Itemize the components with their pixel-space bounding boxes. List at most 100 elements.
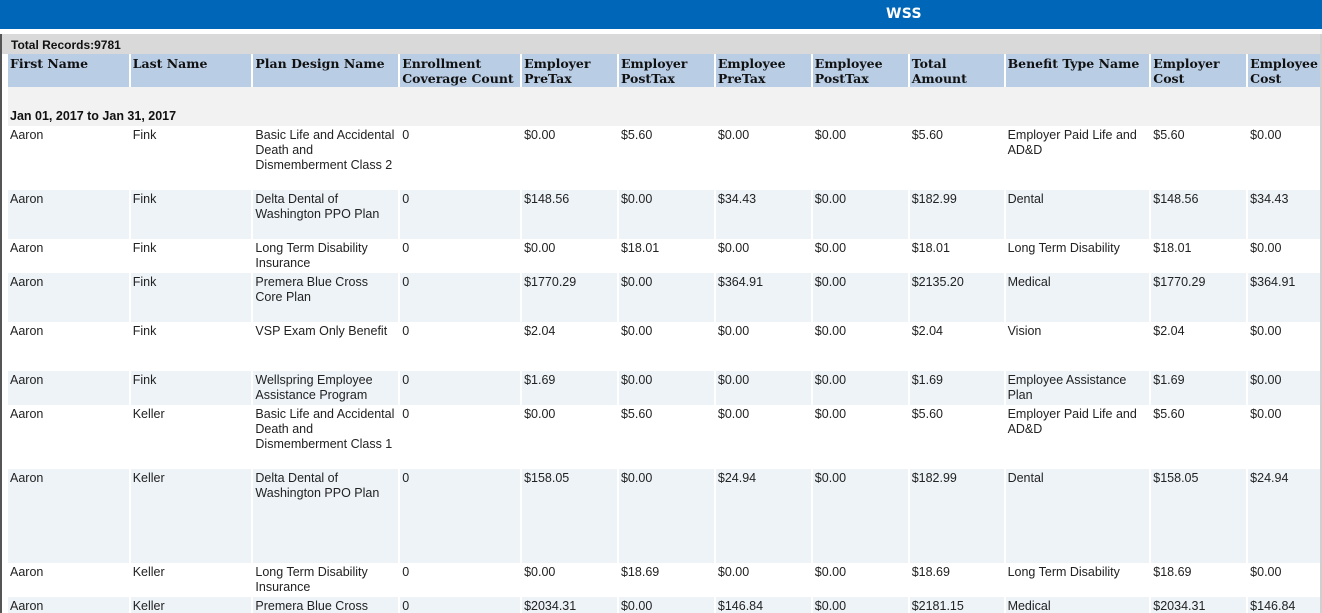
col-enrollment-coverage-count[interactable]: Enrollment Coverage Count	[400, 54, 521, 87]
first-name-cell: Aaron	[8, 273, 129, 322]
enrollment-coverage-count-cell: 0	[400, 563, 521, 597]
employer-pretax-cell: $148.56	[522, 190, 617, 239]
benefit-type-name-cell: Long Term Disability	[1005, 239, 1150, 273]
employee-pretax-cell: $24.94	[715, 469, 811, 563]
employee-pretax-cell: $0.00	[715, 371, 811, 405]
employer-posttax-cell: $0.00	[618, 469, 714, 563]
table-row[interactable]: Aaron Keller Long Term Disability Insuranc…	[8, 563, 1320, 597]
benefit-type-name-cell: Dental	[1005, 469, 1150, 563]
first-name-cell: Aaron	[8, 239, 129, 273]
col-last-name[interactable]: Last Name	[130, 54, 252, 87]
table-row[interactable]: Aaron Fink VSP Exam Only Benefit 0 $2.04 $0.0…	[8, 322, 1320, 371]
table-row[interactable]: Aaron Fink Premera Blue Cross Core Plan 0 $1…	[8, 273, 1320, 322]
employer-pretax-cell: $0.00	[522, 239, 617, 273]
employer-pretax-cell: $1.69	[522, 371, 617, 405]
employer-pretax-cell: $0.00	[522, 563, 617, 597]
enrollment-coverage-count-cell: 0	[400, 273, 521, 322]
enrollment-coverage-count-cell: 0	[400, 322, 521, 371]
plan-design-name-cell: Delta Dental of Washington PPO Plan	[253, 469, 399, 563]
report-viewport[interactable]: Total Records:9781 First Name Last Name …	[0, 34, 1322, 613]
employer-posttax-cell: $0.00	[618, 371, 714, 405]
employee-cost-cell: $24.94	[1248, 469, 1320, 563]
last-name-cell: Fink	[130, 126, 252, 190]
col-employer-posttax[interactable]: Employer PostTax	[618, 54, 714, 87]
employee-posttax-cell: $0.00	[812, 371, 908, 405]
total-amount-cell: $18.01	[909, 239, 1004, 273]
employer-pretax-cell: $2034.31	[522, 597, 617, 613]
employer-posttax-cell: $0.00	[618, 273, 714, 322]
employer-posttax-cell: $0.00	[618, 190, 714, 239]
total-amount-cell: $5.60	[909, 405, 1004, 469]
employer-pretax-cell: $2.04	[522, 322, 617, 371]
table-row[interactable]: Aaron Keller Premera Blue Cross 0 $2034.31 $0…	[8, 597, 1320, 613]
table-row[interactable]: Aaron Keller Basic Life and Accidental Dea…	[8, 405, 1320, 469]
first-name-cell: Aaron	[8, 597, 129, 613]
table-row[interactable]: Aaron Fink Delta Dental of Washington PPO …	[8, 190, 1320, 239]
plan-design-name-cell: Premera Blue Cross	[253, 597, 399, 613]
first-name-cell: Aaron	[8, 190, 129, 239]
benefit-type-name-cell: Employee Assistance Plan	[1005, 371, 1150, 405]
employee-posttax-cell: $0.00	[812, 563, 908, 597]
header-row: First Name Last Name Plan Design Name En…	[8, 54, 1320, 87]
employer-cost-cell: $1770.29	[1151, 273, 1247, 322]
employee-pretax-cell: $0.00	[715, 239, 811, 273]
employee-cost-cell: $0.00	[1248, 239, 1320, 273]
last-name-cell: Fink	[130, 371, 252, 405]
total-amount-cell: $1.69	[909, 371, 1004, 405]
col-employee-pretax[interactable]: Employee PreTax	[715, 54, 811, 87]
employer-posttax-cell: $0.00	[618, 597, 714, 613]
employer-posttax-cell: $0.00	[618, 322, 714, 371]
col-plan-design-name[interactable]: Plan Design Name	[253, 54, 399, 87]
employee-cost-cell: $146.84	[1248, 597, 1320, 613]
employer-cost-cell: $2034.31	[1151, 597, 1247, 613]
col-benefit-type-name[interactable]: Benefit Type Name	[1005, 54, 1150, 87]
last-name-cell: Fink	[130, 190, 252, 239]
total-amount-cell: $182.99	[909, 469, 1004, 563]
employee-cost-cell: $0.00	[1248, 126, 1320, 190]
last-name-cell: Keller	[130, 405, 252, 469]
employee-posttax-cell: $0.00	[812, 405, 908, 469]
col-employer-pretax[interactable]: Employer PreTax	[522, 54, 617, 87]
employer-cost-cell: $18.01	[1151, 239, 1247, 273]
report-table: First Name Last Name Plan Design Name En…	[6, 54, 1322, 613]
employee-cost-cell: $0.00	[1248, 563, 1320, 597]
first-name-cell: Aaron	[8, 405, 129, 469]
table-row[interactable]: Aaron Fink Wellspring Employee Assistance …	[8, 371, 1320, 405]
first-name-cell: Aaron	[8, 371, 129, 405]
employee-posttax-cell: $0.00	[812, 126, 908, 190]
employee-cost-cell: $0.00	[1248, 405, 1320, 469]
plan-design-name-cell: Long Term Disability Insurance	[253, 563, 399, 597]
last-name-cell: Fink	[130, 322, 252, 371]
last-name-cell: Keller	[130, 597, 252, 613]
last-name-cell: Fink	[130, 273, 252, 322]
benefit-type-name-cell: Long Term Disability	[1005, 563, 1150, 597]
enrollment-coverage-count-cell: 0	[400, 597, 521, 613]
employer-pretax-cell: $0.00	[522, 126, 617, 190]
employee-posttax-cell: $0.00	[812, 597, 908, 613]
benefit-type-name-cell: Vision	[1005, 322, 1150, 371]
first-name-cell: Aaron	[8, 469, 129, 563]
col-employee-posttax[interactable]: Employee PostTax	[812, 54, 908, 87]
benefit-type-name-cell: Employer Paid Life and AD&D	[1005, 126, 1150, 190]
col-first-name[interactable]: First Name	[8, 54, 129, 87]
employer-cost-cell: $148.56	[1151, 190, 1247, 239]
col-employer-cost[interactable]: Employer Cost	[1151, 54, 1247, 87]
total-records-bar: Total Records:9781	[2, 34, 1322, 54]
first-name-cell: Aaron	[8, 126, 129, 190]
employer-cost-cell: $18.69	[1151, 563, 1247, 597]
plan-design-name-cell: VSP Exam Only Benefit	[253, 322, 399, 371]
benefit-type-name-cell: Dental	[1005, 190, 1150, 239]
table-row[interactable]: Aaron Keller Delta Dental of Washington PP…	[8, 469, 1320, 563]
employee-posttax-cell: $0.00	[812, 273, 908, 322]
table-row[interactable]: Aaron Fink Long Term Disability Insurance 0…	[8, 239, 1320, 273]
employee-posttax-cell: $0.00	[812, 239, 908, 273]
group-label: Jan 01, 2017 to Jan 31, 2017	[8, 109, 1320, 126]
total-amount-cell: $182.99	[909, 190, 1004, 239]
employee-posttax-cell: $0.00	[812, 322, 908, 371]
table-row[interactable]: Aaron Fink Basic Life and Accidental Death…	[8, 126, 1320, 190]
employer-cost-cell: $158.05	[1151, 469, 1247, 563]
col-total-amount[interactable]: Total Amount	[909, 54, 1004, 87]
benefit-type-name-cell: Medical	[1005, 597, 1150, 613]
employee-cost-cell: $0.00	[1248, 322, 1320, 371]
col-employee-cost[interactable]: Employee Cost	[1248, 54, 1320, 87]
